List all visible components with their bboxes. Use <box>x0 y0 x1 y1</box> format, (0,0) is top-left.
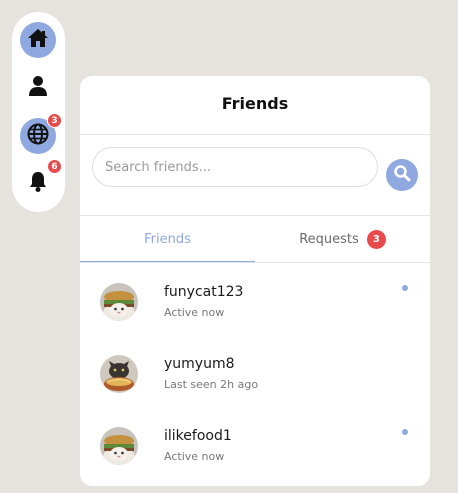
friends-panel: Friends Friends Requests 3 <box>80 76 430 486</box>
nav-home-button[interactable] <box>20 22 56 58</box>
online-indicator <box>402 429 408 435</box>
friend-row[interactable]: funycat123 Active now <box>80 267 430 339</box>
nav-rail: 3 6 <box>12 12 65 212</box>
home-icon <box>27 28 49 52</box>
nav-profile-button[interactable] <box>20 70 56 106</box>
explore-badge: 3 <box>47 113 62 128</box>
nav-notifications-button[interactable]: 6 <box>20 159 62 202</box>
friend-name: ilikefood1 <box>164 428 232 444</box>
friend-row[interactable]: yumyum8 Last seen 2h ago <box>80 339 430 411</box>
friend-row[interactable]: ilikefood1 Active now <box>80 411 430 483</box>
notifications-badge: 6 <box>47 159 62 174</box>
panel-title: Friends <box>221 94 289 113</box>
online-indicator <box>402 285 408 291</box>
search-icon <box>393 164 411 186</box>
friend-name: yumyum8 <box>164 356 235 372</box>
nav-explore-button[interactable]: 3 <box>20 113 62 154</box>
cat-burger-avatar[interactable] <box>100 427 138 465</box>
friend-name: funycat123 <box>164 284 244 300</box>
friend-status: Active now <box>164 306 225 319</box>
bell-icon <box>28 171 48 197</box>
friend-status: Last seen 2h ago <box>164 378 259 391</box>
tab-requests[interactable]: Requests 3 <box>255 216 430 262</box>
user-icon <box>28 75 48 101</box>
search-friends-input[interactable] <box>92 147 378 187</box>
cat-burger-avatar[interactable] <box>100 283 138 321</box>
search-button[interactable] <box>386 159 418 191</box>
globe-icon <box>27 123 49 149</box>
tab-requests-label: Requests <box>299 231 359 247</box>
tab-friends[interactable]: Friends <box>80 216 255 263</box>
requests-badge: 3 <box>366 229 386 249</box>
cat-noodles-avatar[interactable] <box>100 355 138 393</box>
divider <box>80 134 430 135</box>
friend-status: Active now <box>164 450 225 463</box>
divider <box>80 262 430 263</box>
tab-friends-label: Friends <box>144 231 191 247</box>
